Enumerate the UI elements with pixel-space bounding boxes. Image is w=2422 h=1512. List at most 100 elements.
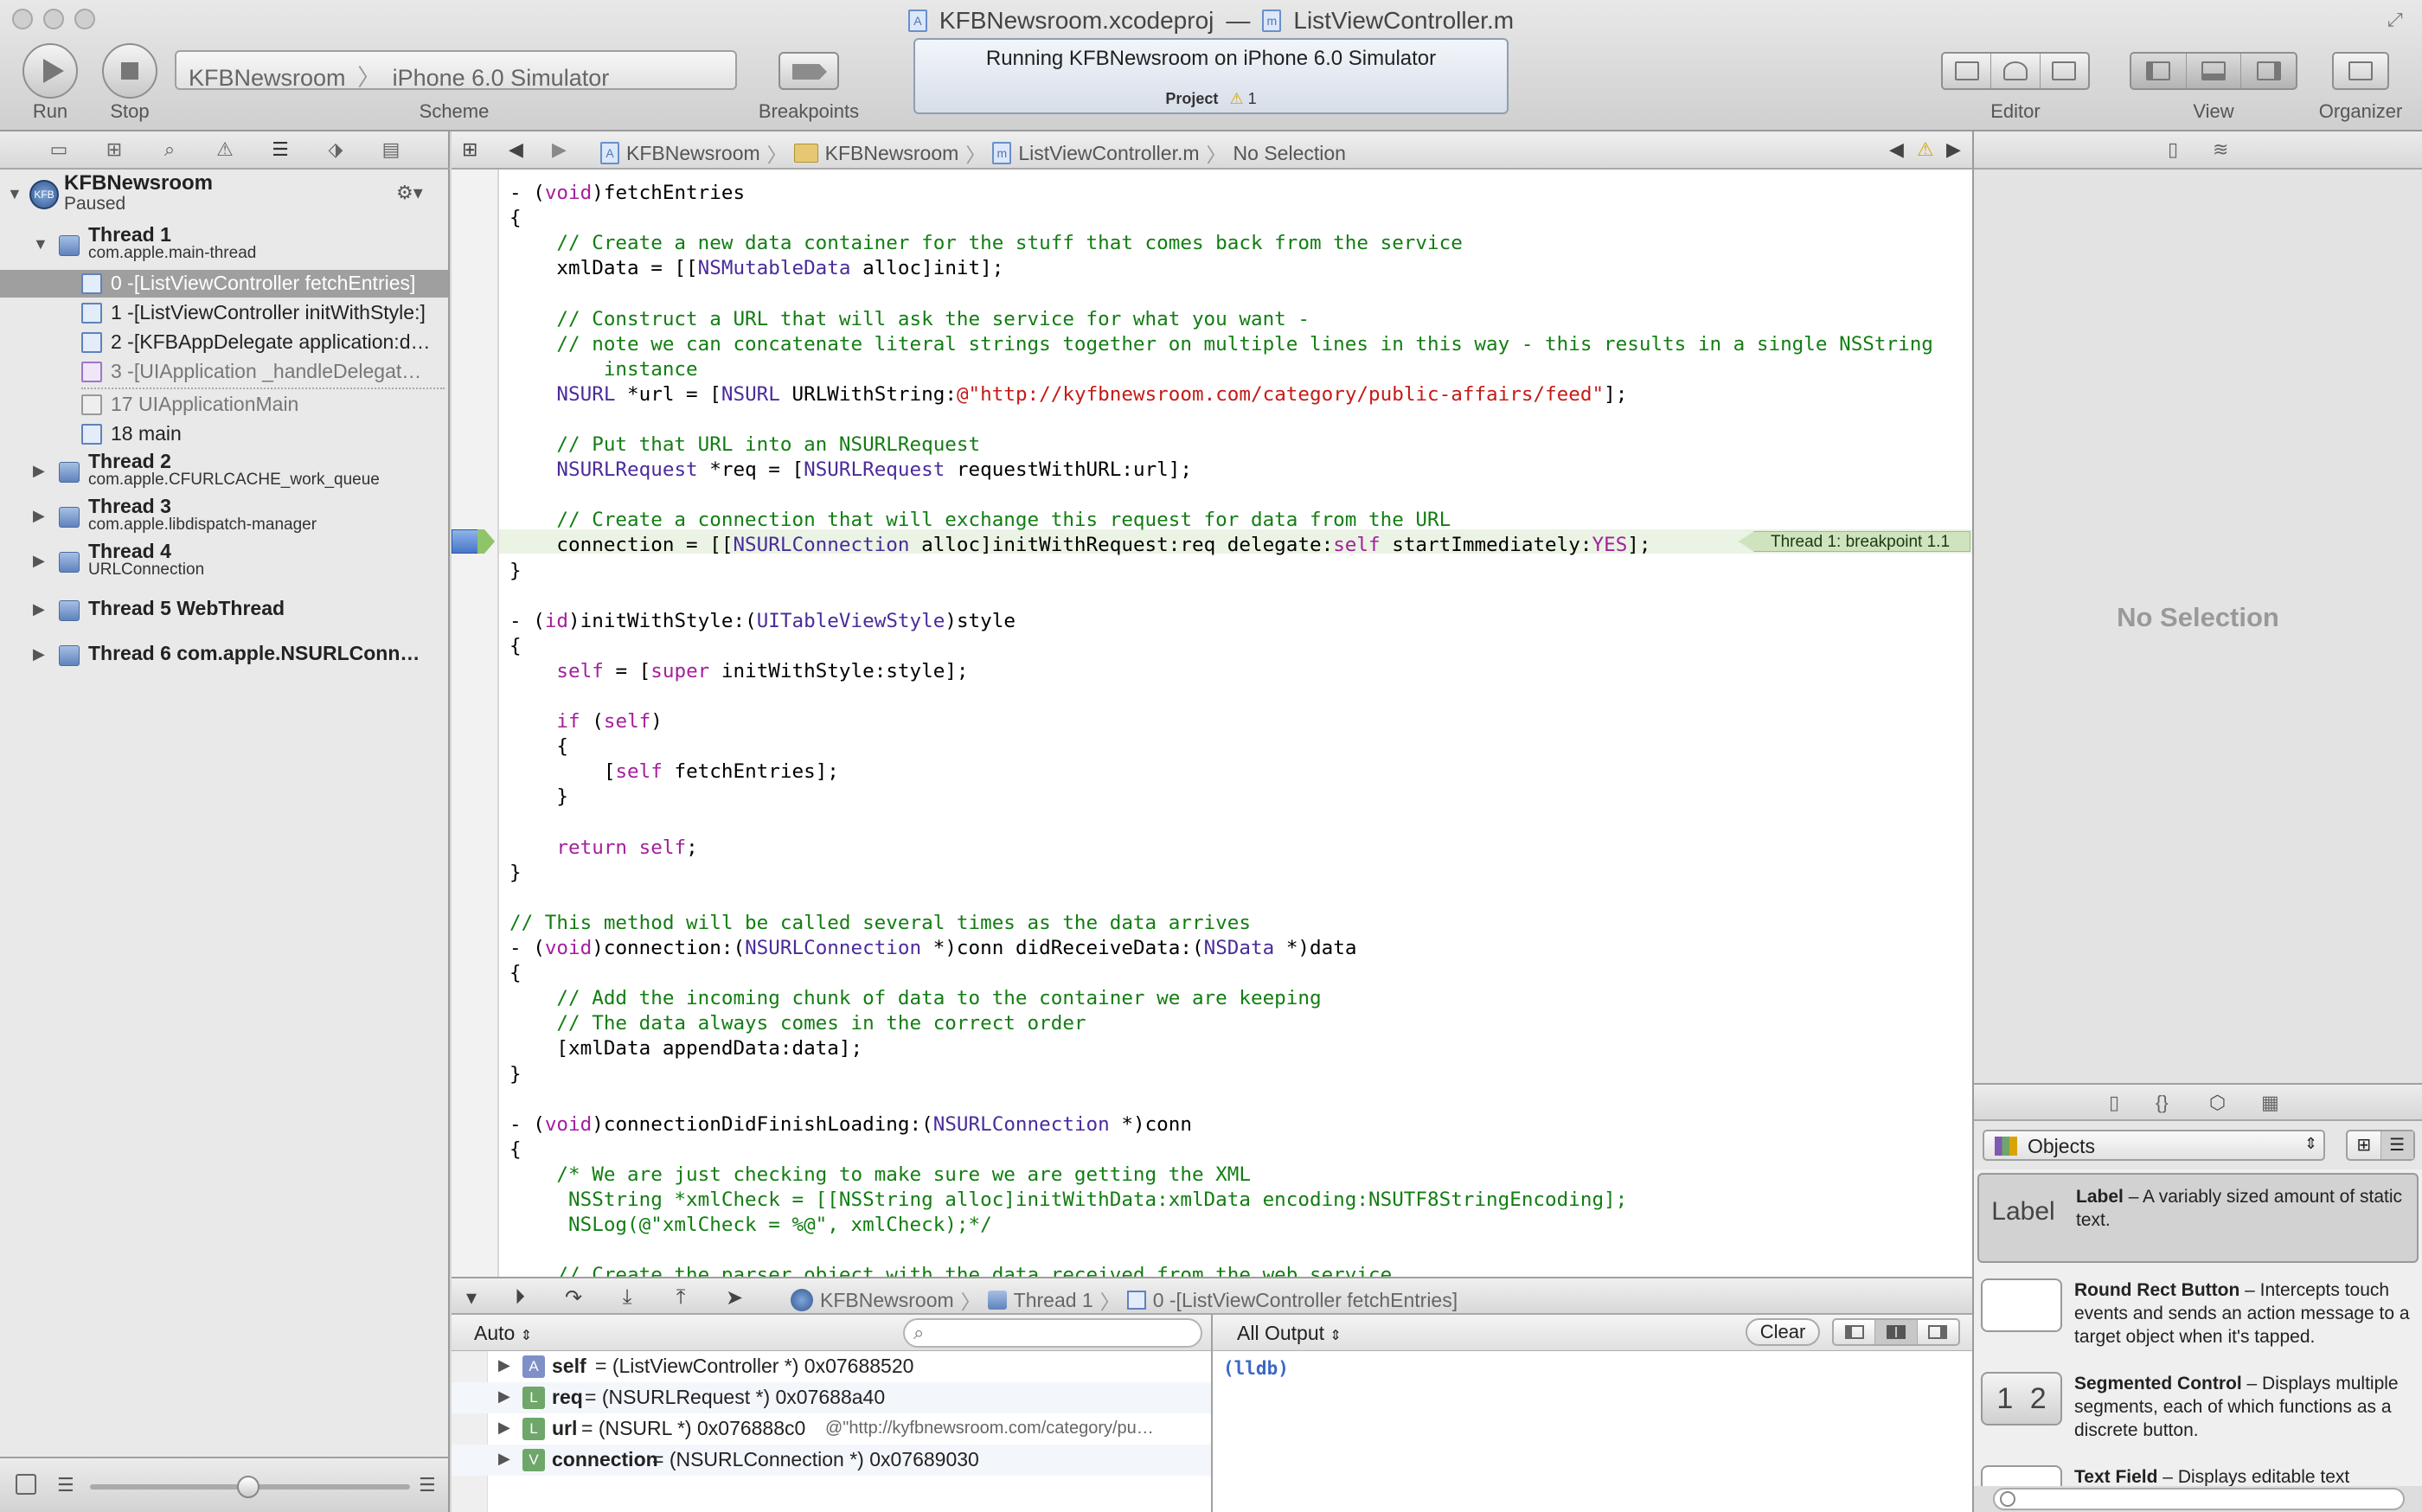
version-editor-button[interactable] [2041,54,2088,88]
continue-icon[interactable]: ⏵ [507,1285,533,1310]
editor-mode-segmented[interactable] [1941,52,2090,90]
thread-row[interactable]: ▶ Thread 4 URLConnection [0,540,448,585]
code-line[interactable]: connection = [[NSURLConnection alloc]ini… [509,534,1650,556]
code-line[interactable]: NSLog(@"xmlCheck = %@", xmlCheck);*/ [509,1214,992,1236]
library-item[interactable]: Label Label – A variably sized amount of… [1977,1173,2419,1263]
variable-row[interactable]: ▶ L req = (NSURLRequest *) 0x07688a40 [452,1382,1211,1413]
stack-frame-row[interactable]: 2 -[KFBAppDelegate application:d… [0,329,448,356]
console-output-popup[interactable]: All Output ⇕ [1237,1322,1342,1345]
variable-row[interactable]: ▶ V connection = (NSURLConnection *) 0x0… [452,1445,1211,1476]
code-snippet-library-icon[interactable]: {} [2156,1092,2169,1114]
breadcrumb-symbol[interactable]: No Selection [1233,142,1346,165]
code-line[interactable]: xmlData = [[NSMutableData alloc]init]; [509,257,1003,279]
disclosure-closed-icon[interactable]: ▶ [33,645,45,663]
simulate-location-icon[interactable]: ➤ [721,1285,747,1310]
code-line[interactable]: self = [super initWithStyle:style]; [509,660,968,682]
disclosure-closed-icon[interactable]: ▶ [498,1450,510,1468]
code-line[interactable]: NSURL *url = [NSURL URLWithString:@"http… [509,383,1627,406]
scheme-popup[interactable]: KFBNewsroom 〉 iPhone 6.0 Simulator [175,50,737,91]
related-items-icon[interactable]: ⊞ [462,138,477,161]
variables-scope-popup[interactable]: Auto ⇕ [474,1322,532,1345]
code-line[interactable]: [self fetchEntries]; [509,760,839,783]
code-line[interactable]: // Create a connection that will exchang… [509,509,1451,531]
disclosure-closed-icon[interactable]: ▶ [33,552,45,570]
stack-frame-row-selected[interactable]: 0 -[ListViewController fetchEntries] [0,270,448,298]
disclosure-closed-icon[interactable]: ▶ [33,600,45,618]
assistant-editor-button[interactable] [1991,54,2041,88]
code-line[interactable]: /* We are just checking to make sure we … [509,1163,1251,1186]
step-out-icon[interactable]: ⤒ [668,1285,694,1310]
previous-issue-icon[interactable]: ◀ [1889,138,1904,161]
disclosure-closed-icon[interactable]: ▶ [33,462,45,480]
debug-crumb-process[interactable]: KFBNewsroom [820,1289,954,1312]
activity-issues[interactable]: Project ⚠ 1 [915,90,1507,108]
show-both-button[interactable] [1875,1320,1918,1344]
process-row[interactable]: ▼ KFB KFBNewsroom Paused ⚙▾ [0,170,448,218]
show-console-button[interactable] [1918,1320,1958,1344]
stack-frame-row[interactable]: 3 -[UIApplication _handleDelegat… [0,358,448,386]
variables-search-input[interactable]: ⌕ [903,1318,1202,1348]
code-line[interactable]: // This method will be called several ti… [509,912,1251,934]
debug-navigator-icon[interactable]: ☰ [268,138,292,161]
disclosure-closed-icon[interactable]: ▶ [498,1387,510,1406]
list-view-icon[interactable]: ☰ [2380,1131,2413,1159]
code-line[interactable]: { [509,1138,522,1161]
breadcrumb-file[interactable]: ListViewController.m [1018,142,1199,165]
code-line[interactable]: NSString *xmlCheck = [[NSString alloc]in… [509,1188,1627,1211]
disclosure-open-icon[interactable]: ▼ [7,185,22,203]
view-segmented[interactable] [2130,52,2297,90]
show-variables-button[interactable] [1834,1320,1876,1344]
disclosure-closed-icon[interactable]: ▶ [498,1356,510,1374]
code-line[interactable]: // Create the parser object with the dat… [509,1264,1392,1277]
scheme-destination[interactable]: iPhone 6.0 Simulator [393,65,610,91]
code-line[interactable]: instance [509,358,698,381]
console-view[interactable]: (lldb) [1211,1351,1972,1512]
code-line[interactable]: [xmlData appendData:data]; [509,1037,862,1060]
breadcrumb-group[interactable]: KFBNewsroom [825,142,959,165]
thread-row[interactable]: ▶ Thread 2 com.apple.CFURLCACHE_work_que… [0,450,448,495]
debug-crumb-thread[interactable]: Thread 1 [1014,1289,1093,1312]
library-item[interactable]: Text Field – Displays editable text [1977,1455,2419,1486]
show-only-crashed-icon[interactable] [16,1474,36,1495]
quick-help-icon[interactable]: ≋ [2213,138,2228,161]
warning-icon[interactable]: ⚠ [1917,138,1934,161]
thread-row[interactable]: ▶ Thread 6 com.apple.NSURLConn… [0,637,448,675]
back-arrow-icon[interactable]: ◀ [509,138,523,161]
library-item[interactable]: 1 2 Segmented Control – Displays multipl… [1977,1361,2419,1451]
stack-frame-row[interactable]: 18 main [0,420,448,448]
breadcrumb-project[interactable]: KFBNewsroom [626,142,760,165]
thread-row[interactable]: ▶ Thread 5 WebThread [0,592,448,630]
library-filter-input[interactable] [1993,1488,2405,1510]
code-line[interactable]: return self; [509,836,697,859]
breakpoint-navigator-icon[interactable]: ⬗ [324,138,348,161]
stop-button[interactable] [102,43,157,99]
log-navigator-icon[interactable]: ▤ [379,138,403,161]
symbol-navigator-icon[interactable]: ⊞ [102,138,126,161]
code-line[interactable]: - (void)connectionDidFinishLoading:(NSUR… [509,1113,1192,1136]
code-line[interactable]: { [509,635,522,657]
thread-row[interactable]: ▶ Thread 3 com.apple.libdispatch-manager [0,495,448,540]
variable-row[interactable]: ▶ L url = (NSURL *) 0x076888c0 @"http://… [452,1413,1211,1445]
code-line[interactable]: - (void)fetchEntries [509,182,745,204]
code-line[interactable]: } [509,785,568,808]
code-line[interactable]: - (id)initWithStyle:(UITableViewStyle)st… [509,610,1016,632]
code-line[interactable]: // The data always comes in the correct … [509,1012,1086,1035]
debug-area-layout-segmented[interactable] [1832,1318,1960,1346]
code-line[interactable]: - (void)connection:(NSURLConnection *)co… [509,937,1356,959]
code-line[interactable]: NSURLRequest *req = [NSURLRequest reques… [509,458,1192,481]
toggle-debug-area-button[interactable] [2187,54,2242,88]
fullscreen-icon[interactable]: ⤢ [2387,9,2410,31]
code-line[interactable]: // Construct a URL that will ask the ser… [509,308,1310,330]
disclosure-closed-icon[interactable]: ▶ [33,507,45,525]
media-library-icon[interactable]: ▦ [2261,1092,2279,1114]
organizer-button-face[interactable] [2334,54,2387,88]
code-line[interactable]: // note we can concatenate literal strin… [509,333,1933,356]
toggle-utilities-button[interactable] [2241,54,2296,88]
file-inspector-icon[interactable]: ▯ [2168,138,2178,161]
code-line[interactable]: if (self) [509,710,662,733]
next-issue-icon[interactable]: ▶ [1946,138,1961,161]
slider-thumb[interactable] [237,1476,260,1498]
process-options-icon[interactable]: ⚙▾ [396,182,423,206]
thread-row[interactable]: ▼ Thread 1 com.apple.main-thread [0,223,448,268]
library-category-popup[interactable]: Objects ⇕ [1983,1130,2325,1161]
